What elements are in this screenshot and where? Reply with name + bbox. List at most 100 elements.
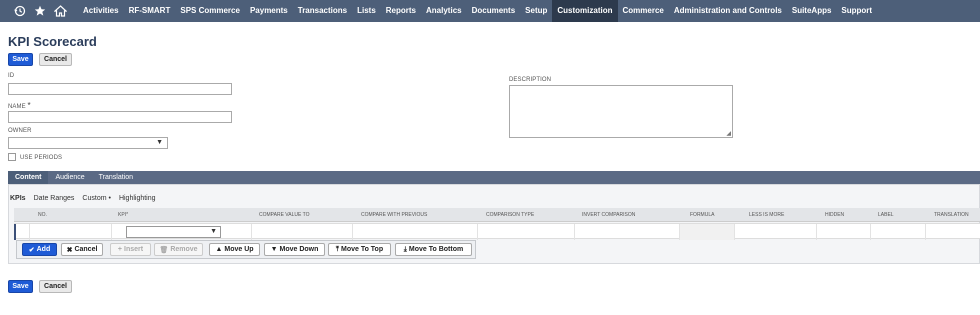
chevron-down-icon: ▼	[156, 139, 163, 146]
nav-item-sps-commerce[interactable]: SPS Commerce	[175, 0, 245, 22]
move-to-top-label: Move To Top	[340, 246, 384, 253]
cell-divider	[870, 224, 871, 240]
name-field[interactable]	[8, 111, 232, 123]
trash-icon: 🗑	[159, 246, 169, 254]
tabs-bar: Content Audience Translation	[8, 171, 980, 184]
nav-item-setup[interactable]: Setup	[520, 0, 552, 22]
move-down-button[interactable]: ▼ Move Down	[264, 243, 325, 256]
nav-item-transactions[interactable]: Transactions	[293, 0, 352, 22]
cell-divider	[352, 224, 353, 240]
plus-icon: +	[117, 246, 123, 253]
id-field[interactable]	[8, 83, 232, 95]
col-header-no: NO.	[38, 212, 47, 218]
formula-cell	[679, 224, 734, 240]
add-button[interactable]: ✔ Add	[22, 243, 57, 256]
home-icon[interactable]	[50, 0, 70, 22]
nav-item-lists[interactable]: Lists	[352, 0, 381, 22]
nav-item-activities[interactable]: Activities	[78, 0, 124, 22]
grid-header: NO. KPI* COMPARE VALUE TO COMPARE WITH P…	[14, 208, 980, 222]
insert-label: Insert	[124, 246, 144, 253]
owner-select[interactable]: ▼	[8, 137, 168, 149]
description-label: DESCRIPTION	[509, 77, 552, 83]
cell-divider	[679, 224, 680, 240]
col-header-less-is-more: LESS IS MORE	[749, 212, 785, 218]
cell-divider	[477, 224, 478, 240]
chevron-down-icon: ▼	[210, 228, 217, 235]
nav-item-reports[interactable]: Reports	[381, 0, 421, 22]
save-button[interactable]: Save	[8, 53, 33, 66]
nav-item-administration[interactable]: Administration and Controls	[669, 0, 787, 22]
move-up-button[interactable]: ▲ Move Up	[209, 243, 260, 256]
nav-item-rf-smart[interactable]: RF-SMART	[124, 0, 176, 22]
name-label-text: NAME	[8, 104, 26, 110]
name-label: NAME *	[8, 101, 31, 110]
nav-menu: Activities RF-SMART SPS Commerce Payment…	[78, 0, 877, 22]
tab-translation[interactable]: Translation	[92, 171, 140, 184]
nav-item-documents[interactable]: Documents	[467, 0, 521, 22]
tab-audience[interactable]: Audience	[48, 171, 91, 184]
arrow-bottom-icon: ⤓	[403, 245, 407, 253]
nav-item-support[interactable]: Support	[836, 0, 877, 22]
move-to-bottom-button[interactable]: ⤓ Move To Bottom	[395, 243, 472, 256]
nav-item-suiteapps[interactable]: SuiteApps	[787, 0, 837, 22]
add-label: Add	[36, 246, 51, 253]
close-icon: ✖	[66, 246, 73, 254]
cancel-line-label: Cancel	[74, 246, 98, 253]
description-textarea[interactable]: ◢	[509, 85, 733, 138]
arrow-top-icon: ⤒	[335, 245, 339, 253]
insert-button[interactable]: + Insert	[110, 243, 151, 256]
col-header-kpi: KPI*	[118, 212, 128, 218]
col-header-label: LABEL	[878, 212, 894, 218]
move-to-bottom-label: Move To Bottom	[408, 246, 464, 253]
nav-item-customization[interactable]: Customization	[552, 0, 618, 22]
page-title: KPI Scorecard	[8, 34, 97, 49]
nav-item-commerce[interactable]: Commerce	[618, 0, 669, 22]
bottom-save-button[interactable]: Save	[8, 280, 33, 293]
remove-button[interactable]: 🗑 Remove	[154, 243, 203, 256]
owner-label: OWNER	[8, 128, 32, 134]
cell-divider	[251, 224, 252, 240]
use-periods-label: USE PERIODS	[20, 155, 63, 161]
col-header-hidden: HIDDEN	[825, 212, 845, 218]
move-up-label: Move Up	[224, 246, 254, 253]
tab-content[interactable]: Content	[8, 171, 49, 184]
col-header-compare-previous: COMPARE WITH PREVIOUS	[361, 212, 428, 218]
cell-divider	[111, 224, 112, 240]
use-periods-checkbox[interactable]	[8, 153, 16, 161]
cancel-line-button[interactable]: ✖ Cancel	[61, 243, 103, 256]
bottom-cancel-button[interactable]: Cancel	[39, 280, 72, 293]
subtab-highlighting[interactable]: Highlighting	[119, 195, 156, 202]
arrow-up-icon: ▲	[215, 246, 223, 253]
col-header-comparison-type: COMPARISON TYPE	[486, 212, 535, 218]
row-marker	[14, 224, 16, 240]
arrow-down-icon: ▼	[270, 246, 278, 253]
subtab-kpis[interactable]: KPIs	[10, 195, 26, 202]
move-to-top-button[interactable]: ⤒ Move To Top	[328, 243, 391, 256]
resize-handle-icon[interactable]: ◢	[726, 130, 731, 137]
top-navigation-bar: Activities RF-SMART SPS Commerce Payment…	[0, 0, 980, 22]
subtabs: KPIs Date Ranges Custom • Highlighting	[10, 195, 156, 202]
star-icon[interactable]	[30, 0, 50, 22]
kpi-select[interactable]: ▼	[126, 226, 221, 238]
remove-label: Remove	[170, 246, 198, 253]
nav-item-analytics[interactable]: Analytics	[421, 0, 467, 22]
col-header-kpi-text: KPI	[118, 212, 127, 218]
required-marker: *	[27, 101, 31, 110]
id-label: ID	[8, 73, 15, 79]
subtab-custom[interactable]: Custom •	[82, 195, 111, 202]
check-icon: ✔	[28, 246, 35, 254]
history-icon[interactable]	[10, 0, 30, 22]
col-header-compare-value: COMPARE VALUE TO	[259, 212, 310, 218]
cell-divider	[574, 224, 575, 240]
cell-divider	[925, 224, 926, 240]
nav-item-payments[interactable]: Payments	[245, 0, 293, 22]
col-header-translation: TRANSLATION	[934, 212, 969, 218]
kpi-required-marker: *	[126, 212, 129, 218]
cancel-button[interactable]: Cancel	[39, 53, 72, 66]
col-header-formula: FORMULA	[690, 212, 715, 218]
col-header-invert-comparison: INVERT COMPARISON	[582, 212, 636, 218]
cell-divider	[29, 224, 30, 240]
table-row[interactable]: ▼	[14, 223, 980, 240]
subtab-date-ranges[interactable]: Date Ranges	[34, 195, 75, 202]
move-down-label: Move Down	[279, 246, 319, 253]
